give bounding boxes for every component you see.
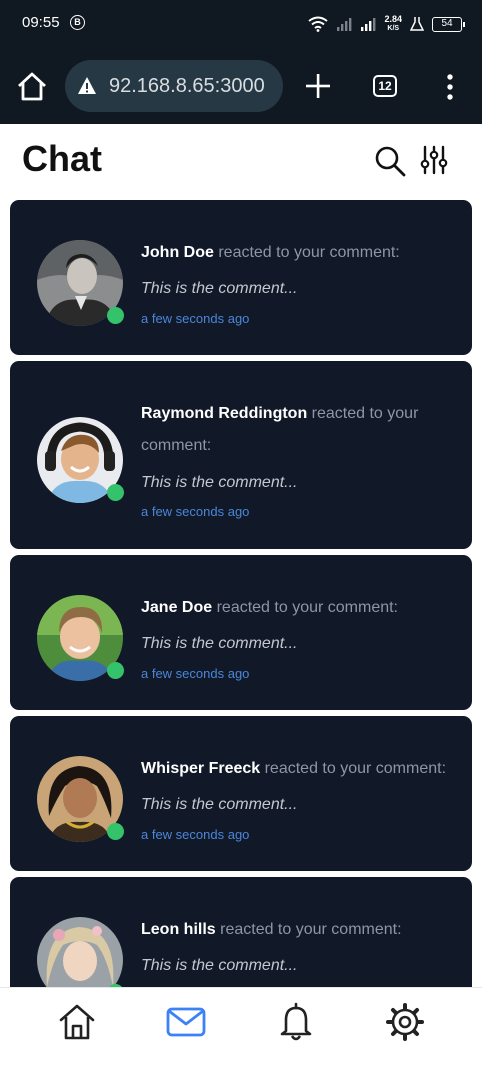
more-vert-icon[interactable] bbox=[442, 73, 458, 101]
online-status-dot bbox=[107, 662, 124, 679]
warning-icon[interactable] bbox=[77, 76, 97, 96]
search-icon[interactable] bbox=[374, 145, 406, 177]
notification-time: a few seconds ago bbox=[141, 504, 250, 519]
notification-comment: This is the comment... bbox=[141, 635, 298, 652]
notification-card[interactable]: Whisper Freeck reacted to your comment: … bbox=[10, 716, 472, 871]
signal-weak-icon bbox=[337, 18, 352, 31]
notification-action: reacted to your comment: bbox=[260, 760, 447, 777]
bell-icon[interactable] bbox=[276, 1002, 316, 1042]
b-badge-icon: B bbox=[70, 15, 85, 30]
notification-user-name[interactable]: Leon hills bbox=[141, 921, 216, 938]
notification-time: a few seconds ago bbox=[141, 827, 250, 842]
notification-text: Jane Doe reacted to your comment: bbox=[141, 592, 459, 624]
notification-comment: This is the comment... bbox=[141, 957, 298, 974]
notification-card[interactable]: Leon hills reacted to your comment: This… bbox=[10, 877, 472, 988]
status-bar: 09:55 B 2.84 K/S 54 bbox=[0, 0, 482, 48]
avatar[interactable] bbox=[37, 417, 124, 503]
net-speed-value: 2.84 bbox=[384, 14, 402, 24]
online-status-dot bbox=[107, 307, 124, 324]
notification-action: reacted to your comment: bbox=[212, 599, 398, 616]
status-indicators: 2.84 K/S 54 bbox=[308, 13, 465, 35]
avatar-leon-hills bbox=[37, 917, 123, 988]
home-icon[interactable] bbox=[57, 1002, 97, 1042]
notification-card[interactable]: Raymond Reddington reacted to your comme… bbox=[10, 361, 472, 549]
browser-home-icon[interactable] bbox=[16, 72, 48, 102]
filter-sliders-icon[interactable] bbox=[420, 145, 448, 175]
notification-action: reacted to your comment: bbox=[215, 921, 402, 938]
notification-user-name[interactable]: Whisper Freeck bbox=[141, 760, 260, 777]
online-status-dot bbox=[107, 823, 124, 840]
avatar[interactable] bbox=[37, 917, 124, 988]
notification-text: Leon hills reacted to your comment: bbox=[141, 914, 459, 946]
url-bar[interactable]: 92.168.8.65:3000 bbox=[65, 60, 283, 112]
flask-icon bbox=[410, 17, 424, 31]
notification-user-name[interactable]: John Doe bbox=[141, 244, 214, 261]
notification-comment: This is the comment... bbox=[141, 280, 298, 297]
page-title: Chat bbox=[22, 138, 102, 179]
avatar[interactable] bbox=[37, 240, 124, 326]
notification-user-name[interactable]: Jane Doe bbox=[141, 599, 212, 616]
notification-action: reacted to your comment: bbox=[213, 244, 400, 261]
bottom-navigation bbox=[0, 987, 482, 1080]
notification-text: Whisper Freeck reacted to your comment: bbox=[141, 753, 459, 785]
notification-user-name[interactable]: Raymond Reddington bbox=[141, 405, 307, 422]
battery-icon: 54 bbox=[432, 16, 465, 32]
notification-text: John Doe reacted to your comment: bbox=[141, 237, 459, 269]
notification-card[interactable]: Jane Doe reacted to your comment: This i… bbox=[10, 555, 472, 710]
avatar[interactable] bbox=[37, 756, 124, 842]
notification-card[interactable]: John Doe reacted to your comment: This i… bbox=[10, 200, 472, 355]
notification-comment: This is the comment... bbox=[141, 474, 298, 491]
notification-list[interactable]: John Doe reacted to your comment: This i… bbox=[10, 200, 472, 988]
notification-time: a few seconds ago bbox=[141, 666, 250, 681]
new-tab-icon[interactable] bbox=[305, 73, 331, 99]
status-time: 09:55 bbox=[22, 14, 60, 31]
notification-time: a few seconds ago bbox=[141, 311, 250, 326]
notification-text: Raymond Reddington reacted to your comme… bbox=[141, 398, 459, 462]
net-speed: 2.84 K/S bbox=[384, 15, 402, 33]
settings-icon[interactable] bbox=[385, 1002, 425, 1042]
url-text[interactable]: 92.168.8.65:3000 bbox=[109, 75, 265, 98]
mail-icon[interactable] bbox=[166, 1002, 206, 1042]
notification-comment: This is the comment... bbox=[141, 796, 298, 813]
online-status-dot bbox=[107, 484, 124, 501]
tab-switcher-button[interactable]: 12 bbox=[373, 75, 397, 97]
net-speed-unit: K/S bbox=[387, 25, 400, 32]
wifi-icon bbox=[308, 16, 329, 32]
signal-icon bbox=[361, 18, 376, 31]
browser-toolbar: 92.168.8.65:3000 12 bbox=[0, 48, 482, 124]
avatar[interactable] bbox=[37, 595, 124, 681]
